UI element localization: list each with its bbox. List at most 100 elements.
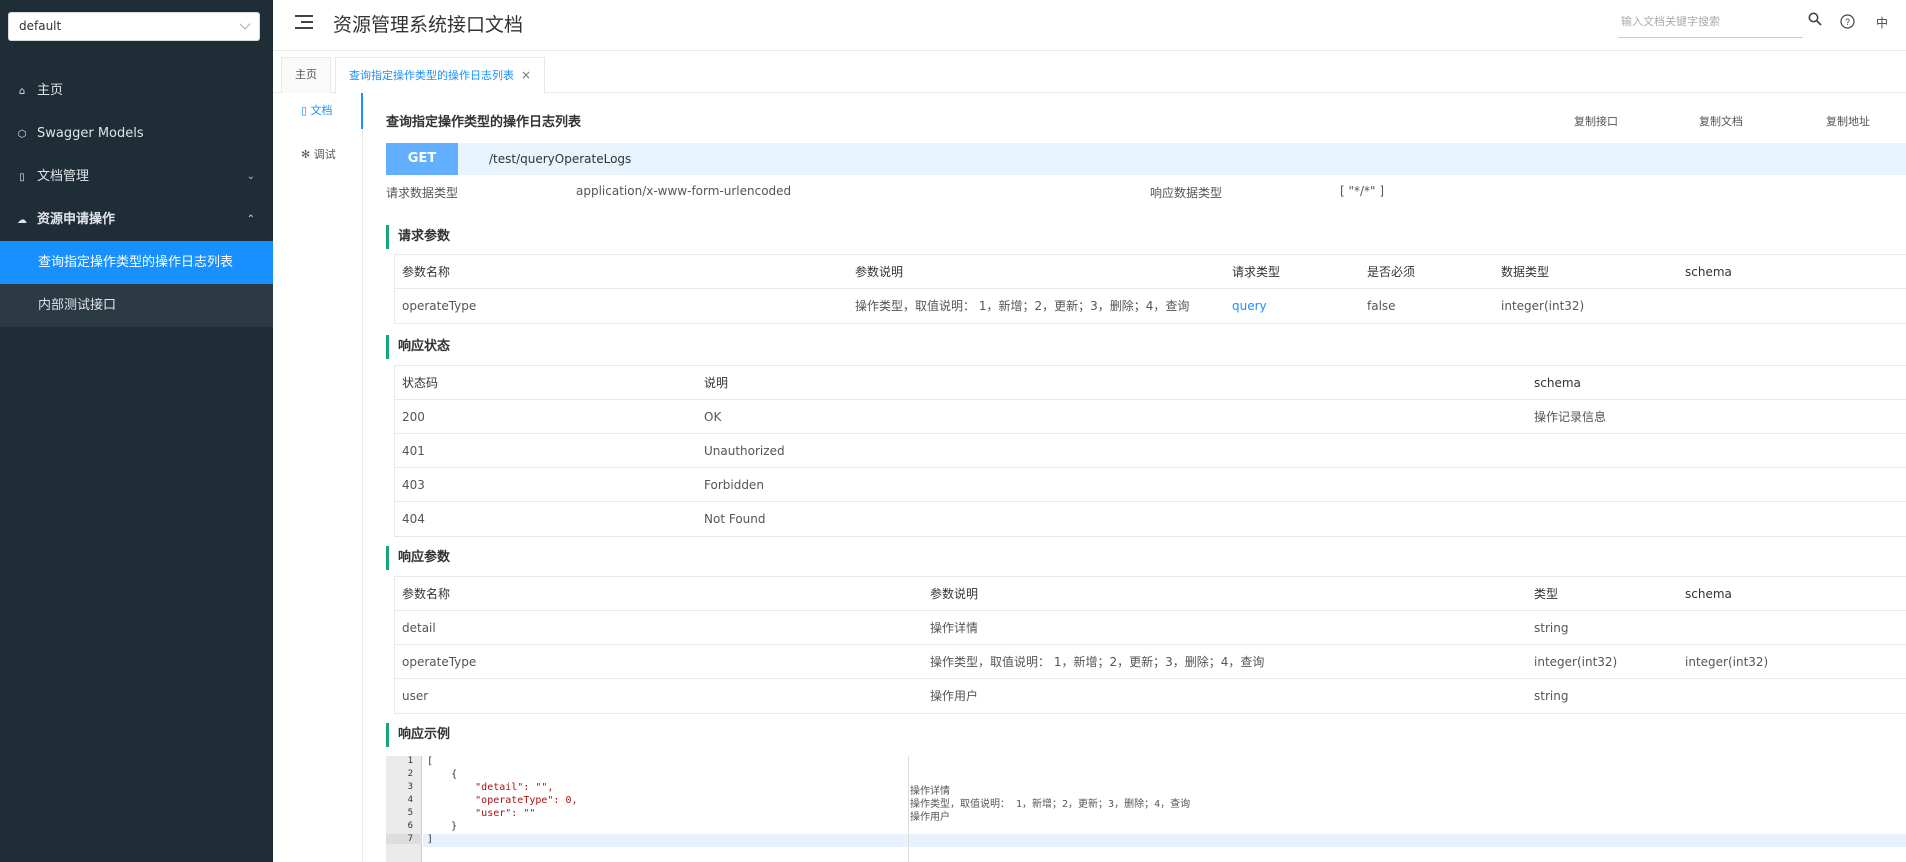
code-line: ] [427,834,434,845]
table-cell: Forbidden [704,478,764,492]
tab-debug[interactable]: ✻ 调试 [273,137,363,173]
table-cell: 403 [402,478,425,492]
table-cell: Unauthorized [704,444,785,458]
active-line-highlight [423,834,1906,847]
sidebar: default ⌂ 主页 ⬡ Swagger Models ▯ 文档管理 ⌄ ☁ 资源申… [0,0,273,862]
cloud-icon: ☁ [17,215,27,226]
sidebar-subitem-label: 查询指定操作类型的操作日志列表 [38,255,234,270]
api-title: 查询指定操作类型的操作日志列表 [386,115,582,130]
table-cell: operateType [402,299,477,313]
tab-label: 查询指定操作类型的操作日志列表 [349,69,514,82]
tab-query-logs[interactable]: 查询指定操作类型的操作日志列表 × [335,57,546,94]
sidebar-item-label: 文档管理 [37,169,90,184]
request-params-table: 参数名称 参数说明 请求类型 是否必须 数据类型 schema operateT… [394,254,1906,324]
sidebar-item-swagger-models[interactable]: ⬡ Swagger Models [0,112,273,155]
sidebar-subitem-internal-test[interactable]: 内部测试接口 [0,284,273,327]
column-header: 参数说明 [855,265,904,279]
table-row: operateType 操作类型，取值说明： 1，新增；2，更新；3，删除；4，… [395,289,1906,323]
tab-bar: 主页 查询指定操作类型的操作日志列表 × [273,52,1906,94]
table-cell: user [402,689,429,703]
table-cell: operateType [402,655,477,669]
group-select-value: default [19,19,62,33]
section-title-response-example: 响应示例 [386,723,450,747]
code-line: { [427,769,458,780]
code-line: "detail": "", [427,782,554,793]
column-header: 是否必须 [1367,265,1416,279]
bug-icon: ✻ [301,148,314,161]
table-cell: query [1232,299,1267,313]
tab-home[interactable]: 主页 [281,57,331,93]
language-toggle[interactable]: 中 [1876,14,1888,31]
copy-api-button[interactable]: 复制接口 [1574,113,1618,129]
request-type-value: application/x-www-form-urlencoded [576,184,792,198]
cube-icon: ⬡ [17,129,27,140]
tab-label: 调试 [313,148,336,161]
table-cell: 操作记录信息 [1534,410,1607,424]
code-divider [908,756,909,862]
method-bar: GET /test/queryOperateLogs [386,143,1906,175]
line-number: 4 [407,795,413,805]
help-icon[interactable]: ? [1840,14,1855,33]
response-type-value: [ "*/*" ] [1340,184,1385,198]
api-path: /test/queryOperateLogs [489,152,632,166]
column-header: schema [1534,376,1581,390]
code-line: "operateType": 0, [427,795,578,806]
response-params-table: 参数名称 参数说明 类型 schema detail 操作详情 string o… [394,576,1906,714]
code-line: [ [427,756,434,767]
close-icon[interactable]: × [521,68,531,82]
column-header: 类型 [1534,587,1559,601]
sidebar-item-resource-apply[interactable]: ☁ 资源申请操作 ⌃ [0,198,273,241]
doc-icon: ▯ [19,172,25,183]
column-header: schema [1685,587,1732,601]
code-line: "user": "" [427,808,536,819]
search-input[interactable]: 输入文档关键字搜索 [1618,10,1803,38]
response-example-code[interactable]: 1 2 3 4 5 6 7 [ { "detail": "", "operate… [386,756,1906,862]
group-select[interactable]: default [8,12,260,41]
sidebar-subitem-label: 内部测试接口 [38,298,117,313]
search-icon[interactable] [1808,12,1822,30]
table-cell: integer(int32) [1501,299,1585,313]
table-cell: false [1367,299,1396,313]
table-cell: 404 [402,512,425,526]
sidebar-item-label: Swagger Models [37,126,144,141]
sidebar-item-home[interactable]: ⌂ 主页 [0,69,273,112]
tab-label: 主页 [295,68,317,81]
column-header: 参数名称 [402,265,451,279]
table-row: 200 OK 操作记录信息 [395,400,1906,434]
svg-text:?: ? [1845,17,1850,27]
column-header: 状态码 [402,376,439,390]
section-title-response-params: 响应参数 [386,546,450,570]
home-icon: ⌂ [18,86,26,97]
table-cell: integer(int32) [1685,655,1769,669]
request-type-label: 请求数据类型 [386,186,459,200]
column-header: schema [1685,265,1732,279]
line-number: 2 [407,769,413,779]
section-title-response-status: 响应状态 [386,335,450,359]
table-cell: OK [704,410,722,424]
sidebar-item-label: 资源申请操作 [37,212,116,227]
copy-url-button[interactable]: 复制地址 [1826,113,1870,129]
table-cell: 200 [402,410,425,424]
tab-document[interactable]: ▯ 文档 [273,93,363,129]
copy-doc-button[interactable]: 复制文档 [1699,113,1743,129]
menu-fold-icon[interactable] [295,14,313,30]
code-line: } [427,821,458,832]
table-header-row: 参数名称 参数说明 请求类型 是否必须 数据类型 schema [395,255,1906,289]
table-row: 403 Forbidden [395,468,1906,502]
line-number: 7 [386,834,422,844]
line-number: 5 [407,808,413,818]
table-cell: 操作详情 [930,621,979,635]
http-method-badge: GET [386,143,458,175]
chevron-up-icon: ⌃ [246,214,255,225]
line-number: 1 [407,756,413,766]
column-header: 参数名称 [402,587,451,601]
sidebar-item-doc-manage[interactable]: ▯ 文档管理 ⌄ [0,155,273,198]
sidebar-subitem-query-logs[interactable]: 查询指定操作类型的操作日志列表 [0,241,273,284]
header: 资源管理系统接口文档 输入文档关键字搜索 ? 中 [273,0,1906,51]
table-row: 404 Not Found [395,502,1906,536]
table-cell: string [1534,689,1569,703]
document-icon: ▯ [301,104,311,117]
doc-debug-tabs: ▯ 文档 ✻ 调试 [273,93,363,862]
table-header-row: 参数名称 参数说明 类型 schema [395,577,1906,611]
code-comment: 操作用户 [910,812,950,823]
